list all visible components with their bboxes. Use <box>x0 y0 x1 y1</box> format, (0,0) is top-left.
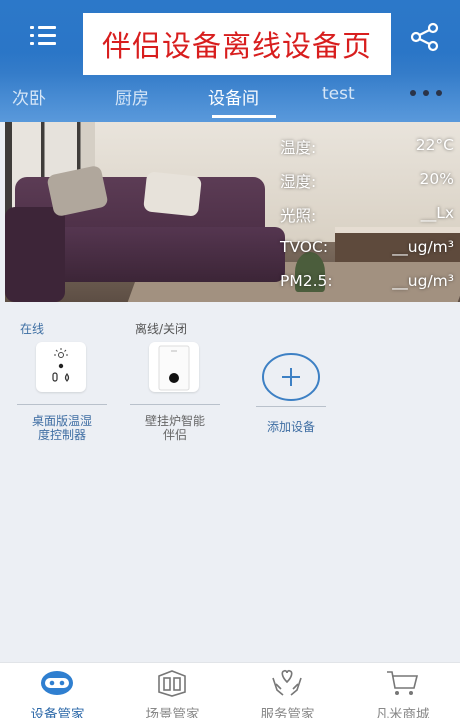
desktop-controller-icon <box>36 342 86 392</box>
device-name-line1: 壁挂炉智能 <box>144 414 205 428</box>
bottom-navigation: 设备管家 场景管家 服务管家 凡米商城 <box>0 662 460 718</box>
tab-device-room[interactable]: 设备间 <box>208 84 259 109</box>
reading-temperature: 温度: 22°C <box>280 136 454 157</box>
reading-tvoc: TVOC: __ug/m³ <box>280 238 454 256</box>
robot-icon <box>41 671 73 695</box>
device-name-line1: 桌面版温湿 <box>31 414 92 428</box>
menu-icon[interactable] <box>30 26 56 46</box>
heart-hands-icon <box>272 669 302 696</box>
add-device-button[interactable]: 添加设备 <box>256 346 328 436</box>
share-icon[interactable] <box>408 22 442 52</box>
active-tab-indicator <box>212 115 276 118</box>
device-name-line2: 伴侣 <box>162 428 187 442</box>
sensor-readings-panel: 温度: 22°C 湿度: 20% 光照: __Lx TVOC: __ug/m³ … <box>268 122 460 302</box>
device-name-line2: 度控制器 <box>37 428 86 442</box>
add-device-label: 添加设备 <box>266 420 315 434</box>
nav-label: 场景管家 <box>145 707 200 718</box>
tab-bedroom[interactable]: 次卧 <box>12 84 46 109</box>
nav-service-manager[interactable]: 服务管家 <box>230 663 345 718</box>
page-title: 伴侣设备离线设备页 <box>101 29 372 63</box>
room-tabs: 次卧 厨房 设备间 test <box>0 78 460 120</box>
scene-box-icon <box>158 670 186 697</box>
nav-scene-manager[interactable]: 场景管家 <box>115 663 230 718</box>
nav-label: 服务管家 <box>260 707 315 718</box>
device-card-boiler-companion[interactable]: 壁挂炉智能 伴侣 <box>130 340 220 450</box>
app-header: 伴侣设备离线设备页 次卧 厨房 设备间 test <box>0 0 460 122</box>
reading-light: 光照: __Lx <box>280 204 454 225</box>
nav-label: 凡米商城 <box>375 707 430 718</box>
status-online-label: 在线 <box>20 322 45 336</box>
reading-pm25: PM2.5: __ug/m³ <box>280 272 454 290</box>
status-offline-label: 离线/关闭 <box>135 322 188 336</box>
page-title-banner: 伴侣设备离线设备页 <box>83 13 391 75</box>
reading-humidity: 湿度: 20% <box>280 170 454 191</box>
nav-label: 设备管家 <box>30 707 85 718</box>
device-card-desktop-controller[interactable]: 桌面版温湿 度控制器 <box>17 340 107 450</box>
nav-mall[interactable]: 凡米商城 <box>345 663 460 718</box>
tab-test[interactable]: test <box>322 84 355 104</box>
cart-icon <box>387 671 419 695</box>
tab-kitchen[interactable]: 厨房 <box>115 84 149 109</box>
device-list: 在线 离线/关闭 桌面版温湿 度控制器 壁挂炉智能 伴侣 添加设备 <box>0 302 460 662</box>
boiler-companion-icon <box>149 342 199 392</box>
more-tabs-icon[interactable] <box>410 90 442 96</box>
nav-device-manager[interactable]: 设备管家 <box>0 663 115 718</box>
plus-circle-icon <box>262 353 320 401</box>
